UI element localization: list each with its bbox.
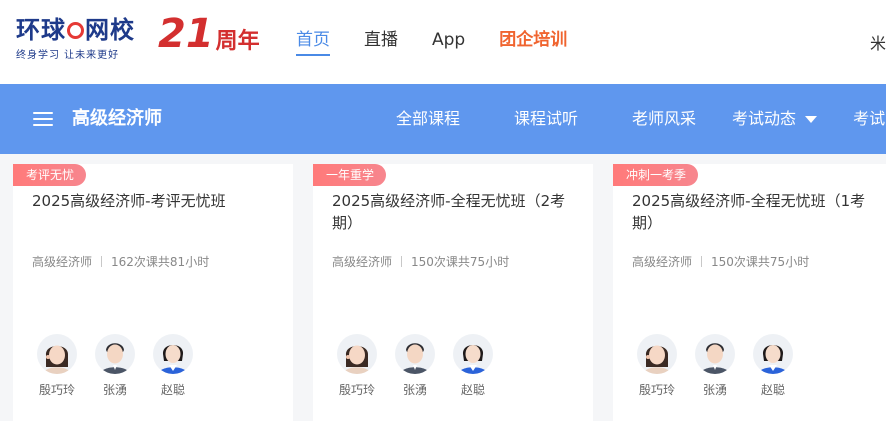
category-nav-all-courses[interactable]: 全部课程: [396, 106, 460, 132]
course-tag: 冲刺一考季: [613, 164, 699, 186]
category-nav-label: 考试动态: [732, 109, 797, 128]
teacher-avatar: [95, 334, 135, 374]
category-nav-teachers[interactable]: 老师风采: [632, 106, 696, 132]
top-header: 环球 网校 终身学习 让未来更好 21 周年 首页 直播 App 团企培训 米: [0, 0, 886, 84]
teacher-name: 赵聪: [160, 383, 185, 397]
teacher-name: 赵聪: [460, 383, 485, 397]
course-title[interactable]: 2025高级经济师-全程无忧班（1考期）: [632, 190, 882, 234]
teacher-item[interactable]: 赵聪: [744, 334, 802, 398]
teacher-avatar: [637, 334, 677, 374]
course-card[interactable]: 考评无忧 2025高级经济师-考评无忧班 高级经济师 162次课共81小时 殷巧…: [13, 164, 293, 421]
category-nav-label: 老师风采: [632, 109, 697, 128]
top-nav-enterprise-training[interactable]: 团企培训: [499, 28, 567, 56]
course-lessons: 150次课共75小时: [411, 255, 510, 269]
category-nav-trial[interactable]: 课程试听: [514, 106, 578, 132]
category-title: 高级经济师: [72, 108, 162, 129]
teacher-item[interactable]: 殷巧玲: [28, 334, 86, 398]
course-tag: 考评无忧: [13, 164, 87, 186]
course-category: 高级经济师: [632, 255, 693, 269]
logo-text-left: 环球: [16, 16, 66, 44]
teacher-name: 张湧: [702, 383, 727, 397]
teacher-avatar: [453, 334, 493, 374]
teacher-avatar: [153, 334, 193, 374]
hqwx-logo[interactable]: 环球 网校 终身学习 让未来更好: [16, 16, 138, 62]
course-category: 高级经济师: [332, 255, 393, 269]
course-card[interactable]: 一年重学 2025高级经济师-全程无忧班（2考期） 高级经济师 150次课共75…: [313, 164, 593, 421]
course-category: 高级经济师: [32, 255, 93, 269]
teacher-name: 张湧: [102, 383, 127, 397]
teacher-item[interactable]: 赵聪: [144, 334, 202, 398]
teacher-name: 殷巧玲: [38, 383, 75, 397]
anniversary-text: 周年: [215, 29, 260, 54]
teacher-list: 殷巧玲 张湧 赵聪: [332, 334, 502, 398]
top-nav-app[interactable]: App: [432, 28, 465, 56]
teacher-item[interactable]: 赵聪: [444, 334, 502, 398]
teacher-item[interactable]: 张湧: [386, 334, 444, 398]
teacher-item[interactable]: 殷巧玲: [628, 334, 686, 398]
top-nav: 首页 直播 App 团企培训: [296, 28, 601, 56]
teacher-name: 殷巧玲: [338, 383, 375, 397]
meta-divider: [401, 256, 403, 267]
category-bar: 高级经济师 全部课程 课程试听 老师风采 考试动态 考试: [0, 84, 886, 154]
teacher-item[interactable]: 张湧: [686, 334, 744, 398]
logo-ring-icon: [67, 21, 84, 39]
meta-divider: [701, 256, 703, 267]
category-nav: 全部课程 课程试听 老师风采 考试动态 考试: [396, 106, 885, 132]
course-title[interactable]: 2025高级经济师-考评无忧班: [32, 190, 282, 212]
teacher-name: 张湧: [402, 383, 427, 397]
course-lessons: 150次课共75小时: [711, 255, 810, 269]
teacher-avatar: [37, 334, 77, 374]
course-tag: 一年重学: [313, 164, 387, 186]
course-meta: 高级经济师 150次课共75小时: [332, 253, 509, 270]
teacher-name: 殷巧玲: [638, 383, 675, 397]
logo-wordmark: 环球 网校: [16, 16, 138, 44]
teacher-avatar: [753, 334, 793, 374]
category-nav-label: 考试: [853, 109, 886, 128]
top-right-partial-link[interactable]: 米: [870, 30, 886, 54]
anniversary-number: 21: [158, 11, 214, 57]
logo-tagline: 终身学习 让未来更好: [16, 50, 120, 61]
teacher-name: 赵聪: [760, 383, 785, 397]
course-meta: 高级经济师 162次课共81小时: [32, 253, 209, 270]
teacher-avatar: [337, 334, 377, 374]
anniversary-badge: 21 周年: [158, 12, 260, 56]
course-card[interactable]: 冲刺一考季 2025高级经济师-全程无忧班（1考期） 高级经济师 150次课共7…: [613, 164, 886, 421]
teacher-item[interactable]: 殷巧玲: [328, 334, 386, 398]
category-nav-exam-news[interactable]: 考试动态: [732, 106, 818, 132]
top-nav-live[interactable]: 直播: [364, 28, 398, 56]
category-nav-label: 全部课程: [396, 109, 461, 128]
hamburger-menu-icon[interactable]: [33, 111, 53, 127]
course-title[interactable]: 2025高级经济师-全程无忧班（2考期）: [332, 190, 582, 234]
teacher-avatar: [695, 334, 735, 374]
teacher-list: 殷巧玲 张湧 赵聪: [632, 334, 802, 398]
logo-text-right: 网校: [85, 16, 135, 44]
category-nav-label: 课程试听: [514, 109, 579, 128]
teacher-item[interactable]: 张湧: [86, 334, 144, 398]
category-nav-exam[interactable]: 考试: [853, 106, 885, 132]
course-meta: 高级经济师 150次课共75小时: [632, 253, 809, 270]
meta-divider: [101, 256, 103, 267]
course-lessons: 162次课共81小时: [111, 255, 210, 269]
top-nav-home[interactable]: 首页: [296, 28, 330, 56]
teacher-list: 殷巧玲 张湧 赵聪: [32, 334, 202, 398]
teacher-avatar: [395, 334, 435, 374]
chevron-down-icon: [805, 115, 818, 123]
